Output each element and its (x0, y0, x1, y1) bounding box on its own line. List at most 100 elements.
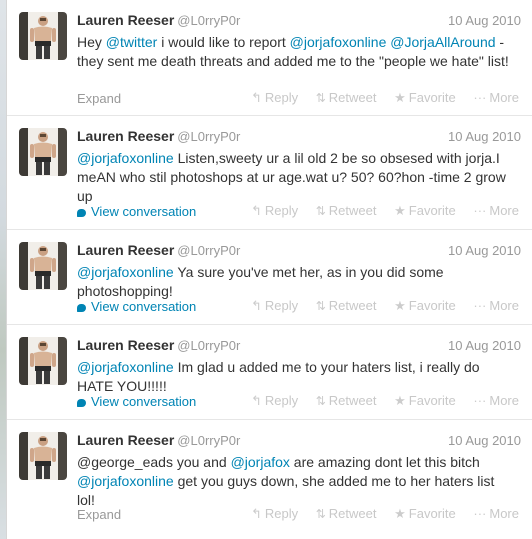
more-button[interactable]: ··· More (473, 298, 519, 313)
expand-link[interactable]: Expand (77, 507, 121, 522)
more-button[interactable]: ··· More (473, 506, 519, 521)
reply-label: Reply (264, 393, 299, 408)
more-button[interactable]: ··· More (473, 203, 519, 218)
reply-label: Reply (264, 203, 299, 218)
tweet-actions: ↰ Reply ⇅ Retweet ★ Favorite ··· More (237, 506, 519, 522)
view-conversation-link[interactable]: View conversation (77, 299, 196, 314)
author-screen-name[interactable]: @L0rryP0r (177, 243, 240, 258)
tweet-text: Hey @twitter i would like to report @jor… (77, 33, 515, 71)
more-label: More (489, 298, 519, 313)
view-conversation-link[interactable]: View conversation (77, 204, 196, 219)
speech-bubble-icon (77, 399, 86, 407)
reply-button[interactable]: ↰ Reply (251, 298, 298, 313)
author-screen-name[interactable]: @L0rryP0r (177, 338, 240, 353)
star-icon: ★ (394, 203, 406, 218)
tweet-footer: Expand ↰ Reply ⇅ Retweet ★ Favorite ··· More (77, 506, 523, 524)
tweet-date[interactable]: 10 Aug 2010 (448, 338, 521, 353)
view-conversation-link[interactable]: View conversation (77, 394, 196, 409)
retweet-label: Retweet (328, 393, 377, 408)
tweet-date[interactable]: 10 Aug 2010 (448, 433, 521, 448)
expand-link[interactable]: Expand (77, 91, 121, 106)
mention-link[interactable]: @jorjafoxonline (77, 473, 174, 489)
tweet-date[interactable]: 10 Aug 2010 (448, 13, 521, 28)
tweet-text: @jorjafoxonline Listen,sweety ur a lil o… (77, 149, 515, 206)
dots-icon: ··· (473, 203, 487, 218)
more-button[interactable]: ··· More (473, 90, 519, 105)
retweet-icon: ⇅ (315, 507, 326, 521)
tweet-header: Lauren Reeser @L0rryP0r 10 Aug 2010 (77, 432, 523, 450)
tweet-item[interactable]: Lauren Reeser @L0rryP0r 10 Aug 2010 @jorj… (7, 230, 532, 325)
author-name[interactable]: Lauren Reeser (77, 128, 174, 144)
avatar[interactable] (19, 242, 67, 290)
dots-icon: ··· (473, 506, 487, 521)
tweet-header: Lauren Reeser @L0rryP0r 10 Aug 2010 (77, 128, 523, 146)
favorite-button[interactable]: ★ Favorite (394, 506, 456, 521)
more-button[interactable]: ··· More (473, 393, 519, 408)
avatar[interactable] (19, 432, 67, 480)
tweet-item[interactable]: Lauren Reeser @L0rryP0r 10 Aug 2010 Hey @… (7, 0, 532, 116)
reply-button[interactable]: ↰ Reply (251, 393, 298, 408)
dots-icon: ··· (473, 298, 487, 313)
tweet-date[interactable]: 10 Aug 2010 (448, 243, 521, 258)
reply-button[interactable]: ↰ Reply (251, 90, 298, 105)
author-screen-name[interactable]: @L0rryP0r (177, 433, 240, 448)
avatar[interactable] (19, 128, 67, 176)
avatar[interactable] (19, 12, 67, 60)
reply-button[interactable]: ↰ Reply (251, 506, 298, 521)
retweet-button[interactable]: ⇅ Retweet (316, 90, 377, 105)
retweet-icon: ⇅ (315, 204, 326, 218)
star-icon: ★ (394, 90, 406, 105)
star-icon: ★ (394, 506, 406, 521)
reply-arrow-icon: ↰ (250, 298, 262, 313)
tweet-footer: View conversation ↰ Reply ⇅ Retweet ★ Favor… (77, 203, 523, 221)
tweet-text-fragment: are amazing dont let this bitch (289, 454, 480, 470)
avatar-photo (19, 12, 67, 60)
author-name[interactable]: Lauren Reeser (77, 12, 174, 28)
mention-link[interactable]: @twitter (106, 34, 158, 50)
author-name[interactable]: Lauren Reeser (77, 337, 174, 353)
author-name[interactable]: Lauren Reeser (77, 432, 174, 448)
favorite-button[interactable]: ★ Favorite (394, 90, 456, 105)
tweet-header: Lauren Reeser @L0rryP0r 10 Aug 2010 (77, 337, 523, 355)
view-conversation-label: View conversation (91, 299, 197, 314)
favorite-label: Favorite (408, 506, 456, 521)
tweet-actions: ↰ Reply ⇅ Retweet ★ Favorite ··· More (237, 90, 519, 106)
author-screen-name[interactable]: @L0rryP0r (177, 13, 240, 28)
tweet-item[interactable]: Lauren Reeser @L0rryP0r 10 Aug 2010 @geor… (7, 420, 532, 539)
tweet-footer: View conversation ↰ Reply ⇅ Retweet ★ Favor… (77, 298, 523, 316)
favorite-button[interactable]: ★ Favorite (394, 393, 456, 408)
tweet-actions: ↰ Reply ⇅ Retweet ★ Favorite ··· More (237, 393, 519, 409)
reply-arrow-icon: ↰ (250, 506, 262, 521)
retweet-button[interactable]: ⇅ Retweet (316, 393, 377, 408)
tweet-actions: ↰ Reply ⇅ Retweet ★ Favorite ··· More (237, 298, 519, 314)
favorite-label: Favorite (408, 90, 456, 105)
mention-link[interactable]: @jorjafoxonline (77, 264, 174, 280)
favorite-label: Favorite (408, 298, 456, 313)
avatar[interactable] (19, 337, 67, 385)
dots-icon: ··· (473, 393, 487, 408)
tweet-date[interactable]: 10 Aug 2010 (448, 129, 521, 144)
mention-link[interactable]: @jorjafoxonline (77, 359, 174, 375)
mention-link[interactable]: @JorjaAllAround (390, 34, 495, 50)
author-screen-name[interactable]: @L0rryP0r (177, 129, 240, 144)
favorite-button[interactable]: ★ Favorite (394, 298, 456, 313)
more-label: More (489, 90, 519, 105)
reply-arrow-icon: ↰ (250, 393, 262, 408)
tweet-text-fragment: i would like to report (157, 34, 290, 50)
avatar-photo (19, 242, 67, 290)
retweet-button[interactable]: ⇅ Retweet (316, 203, 377, 218)
tweet-item[interactable]: Lauren Reeser @L0rryP0r 10 Aug 2010 @jorj… (7, 116, 532, 230)
mention-link[interactable]: @jorjafoxonline (290, 34, 387, 50)
tweet-footer: View conversation ↰ Reply ⇅ Retweet ★ Favor… (77, 393, 523, 411)
retweet-button[interactable]: ⇅ Retweet (316, 506, 377, 521)
favorite-button[interactable]: ★ Favorite (394, 203, 456, 218)
mention-link[interactable]: @jorjafoxonline (77, 150, 174, 166)
mention-link[interactable]: @jorjafox (231, 454, 290, 470)
retweet-button[interactable]: ⇅ Retweet (316, 298, 377, 313)
author-name[interactable]: Lauren Reeser (77, 242, 174, 258)
tweet-item[interactable]: Lauren Reeser @L0rryP0r 10 Aug 2010 @jorj… (7, 325, 532, 420)
retweet-icon: ⇅ (315, 299, 326, 313)
reply-arrow-icon: ↰ (250, 90, 262, 105)
reply-button[interactable]: ↰ Reply (251, 203, 298, 218)
reply-label: Reply (264, 298, 299, 313)
